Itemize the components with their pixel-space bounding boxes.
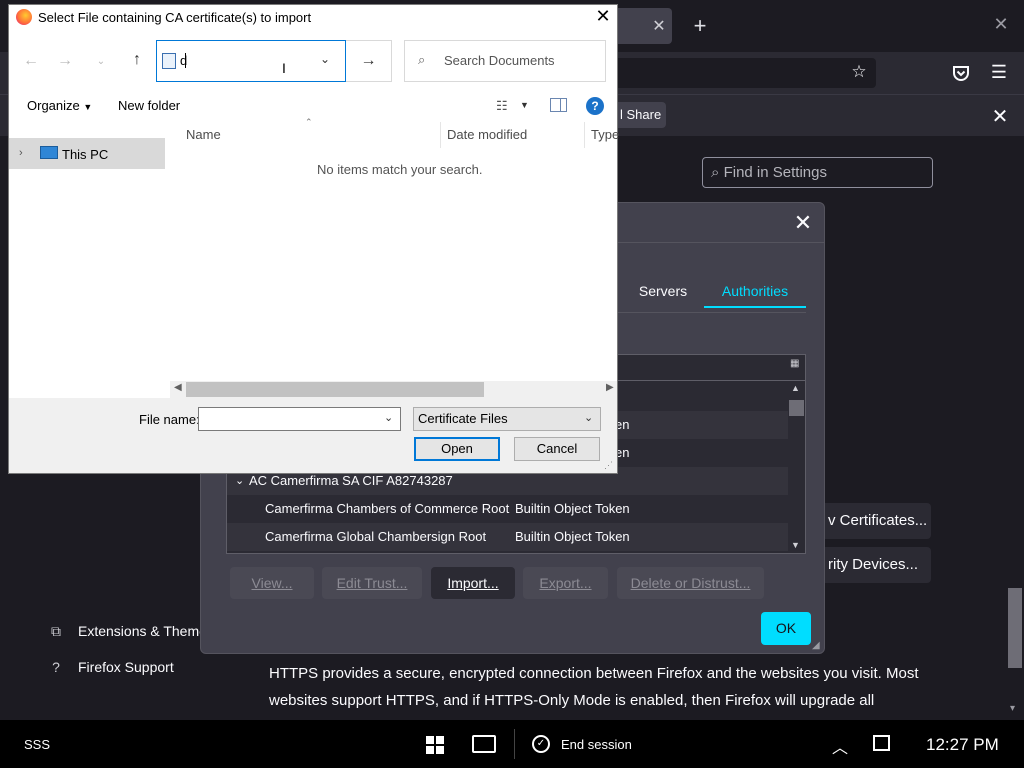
find-in-settings-input[interactable]: ⌕ Find in Settings <box>702 157 933 188</box>
row-name: Camerfirma Global Chambersign Root <box>265 529 487 544</box>
dialog-title: Select File containing CA certificate(s)… <box>38 10 312 25</box>
bookmark-star-icon[interactable]: ☆ <box>848 62 870 84</box>
window-close-icon[interactable]: ✕ <box>990 14 1012 38</box>
clock: 12:27 PM <box>926 735 999 754</box>
puzzle-icon: ⧉ <box>51 623 61 639</box>
security-devices-button[interactable]: rity Devices... <box>818 547 931 583</box>
chevron-down-icon[interactable]: ⌄ <box>316 52 334 70</box>
windows-start-icon[interactable] <box>426 736 444 754</box>
page-scrollbar-thumb[interactable] <box>1008 588 1022 668</box>
column-divider[interactable] <box>584 122 585 148</box>
scroll-up-icon[interactable]: ▲ <box>791 383 800 393</box>
dialog-close-icon[interactable]: ✕ <box>592 6 614 28</box>
find-placeholder: Find in Settings <box>723 164 827 181</box>
taskbar <box>0 720 1024 768</box>
delete-distrust-button[interactable]: Delete or Distrust... <box>617 567 764 599</box>
pocket-icon[interactable] <box>950 62 972 84</box>
help-circle-icon: ? <box>52 659 60 675</box>
file-name-input[interactable] <box>198 407 401 431</box>
tree-row[interactable]: Camerfirma Chambers of Commerce Root Buil… <box>227 495 789 523</box>
row-device: Builtin Object Token <box>515 529 630 544</box>
export-button[interactable]: Export... <box>523 567 608 599</box>
tree-scrollbar-thumb[interactable] <box>789 400 804 416</box>
dropdown-arrow-icon: ▼ <box>83 102 93 112</box>
file-name-label: File name: <box>139 412 200 427</box>
resize-grip-icon[interactable]: ⋰ <box>604 460 613 471</box>
taskbar-user-label: SSS <box>24 737 51 752</box>
row-name: Camerfirma Chambers of Commerce Root <box>265 501 510 516</box>
security-devices-label: rity Devices... <box>828 556 919 573</box>
preview-pane-icon[interactable] <box>550 98 567 112</box>
recent-locations-chevron-icon[interactable]: ⌄ <box>92 56 110 76</box>
nav-item-label: This PC <box>62 147 109 162</box>
scroll-left-icon[interactable]: ◀ <box>174 382 182 393</box>
sidebar-item-extensions[interactable]: ⧉ Extensions & Themes <box>48 623 214 640</box>
url-bar[interactable] <box>612 58 876 88</box>
notifications-icon[interactable] <box>873 735 890 751</box>
help-icon[interactable]: ? <box>586 97 604 115</box>
view-button[interactable]: View... <box>230 567 314 599</box>
horizontal-scrollbar-thumb[interactable] <box>186 382 484 397</box>
cancel-button[interactable]: Cancel <box>514 437 600 461</box>
tab-close-icon[interactable]: ✕ <box>650 16 668 36</box>
edit-trust-button[interactable]: Edit Trust... <box>322 567 422 599</box>
chevron-down-icon[interactable]: ⌄ <box>584 411 593 424</box>
cert-manager-close-icon[interactable]: ✕ <box>790 210 816 236</box>
new-tab-icon[interactable]: + <box>690 14 710 38</box>
document-icon <box>162 53 176 69</box>
sort-arrow-icon: ⌃ <box>305 117 313 127</box>
expand-arrow-icon[interactable]: › <box>19 147 23 159</box>
tree-row[interactable]: Camerfirma Global Chambersign Root Builti… <box>227 523 789 551</box>
scroll-right-icon[interactable]: ▶ <box>606 382 614 393</box>
view-certificates-label: v Certificates... <box>828 512 928 529</box>
organize-label: Organize <box>27 98 80 113</box>
search-icon: ⌕ <box>418 52 426 67</box>
share-button[interactable]: l Share <box>612 102 666 128</box>
https-description-line-1: HTTPS provides a secure, encrypted conne… <box>269 665 919 682</box>
file-type-select[interactable]: Certificate Files <box>413 407 601 431</box>
view-dropdown-icon[interactable]: ▼ <box>520 100 529 110</box>
column-picker-icon[interactable]: ▦ <box>790 358 804 376</box>
hamburger-menu-icon[interactable]: ☰ <box>988 62 1010 84</box>
organize-button[interactable]: Organize ▼ <box>27 98 92 113</box>
empty-results-message: No items match your search. <box>317 162 483 177</box>
resize-grip-icon[interactable]: ◢ <box>812 640 824 652</box>
column-header-date[interactable]: Date modified <box>447 127 527 142</box>
https-description-line-2: websites support HTTPS, and if HTTPS-Onl… <box>269 692 875 709</box>
view-certificates-button[interactable]: v Certificates... <box>818 503 931 539</box>
computer-icon <box>40 146 58 159</box>
end-session-icon[interactable]: ✓ <box>532 735 550 753</box>
view-options-icon[interactable]: ☷ <box>496 98 508 114</box>
address-value: d <box>180 53 188 68</box>
import-button[interactable]: Import... <box>431 567 515 599</box>
column-header-name[interactable]: Name <box>186 127 221 142</box>
ok-button[interactable]: OK <box>761 612 811 645</box>
tab-authorities[interactable]: Authorities <box>704 274 806 308</box>
forward-arrow-icon[interactable]: → <box>56 52 74 72</box>
row-device: Builtin Object Token <box>515 501 630 516</box>
go-arrow-icon[interactable]: → <box>346 40 392 82</box>
column-header-type[interactable]: Type <box>591 127 619 142</box>
up-arrow-icon[interactable]: ↑ <box>128 51 146 71</box>
chevron-down-icon[interactable]: ⌄ <box>384 411 393 424</box>
back-arrow-icon[interactable]: ← <box>22 52 40 72</box>
search-placeholder: Search Documents <box>444 53 555 68</box>
divider <box>514 729 515 759</box>
task-view-icon[interactable] <box>472 735 496 753</box>
end-session-button[interactable]: End session <box>561 737 632 752</box>
ibeam-cursor-icon: I <box>282 60 286 76</box>
notification-close-icon[interactable]: ✕ <box>988 104 1012 128</box>
sidebar-item-label: Firefox Support <box>78 659 174 675</box>
firefox-logo-icon <box>16 9 32 25</box>
sidebar-item-label: Extensions & Themes <box>78 623 214 639</box>
text-caret <box>185 53 186 68</box>
new-folder-button[interactable]: New folder <box>118 98 180 113</box>
column-divider[interactable] <box>440 122 441 148</box>
scroll-down-icon[interactable]: ▼ <box>791 540 800 550</box>
scroll-down-icon[interactable]: ▾ <box>1010 703 1022 715</box>
tray-chevron-up-icon[interactable]: ︿ <box>832 734 848 758</box>
tab-servers[interactable]: Servers <box>628 274 698 308</box>
sidebar-item-support[interactable]: ? Firefox Support <box>48 659 174 675</box>
open-button[interactable]: Open <box>414 437 500 461</box>
